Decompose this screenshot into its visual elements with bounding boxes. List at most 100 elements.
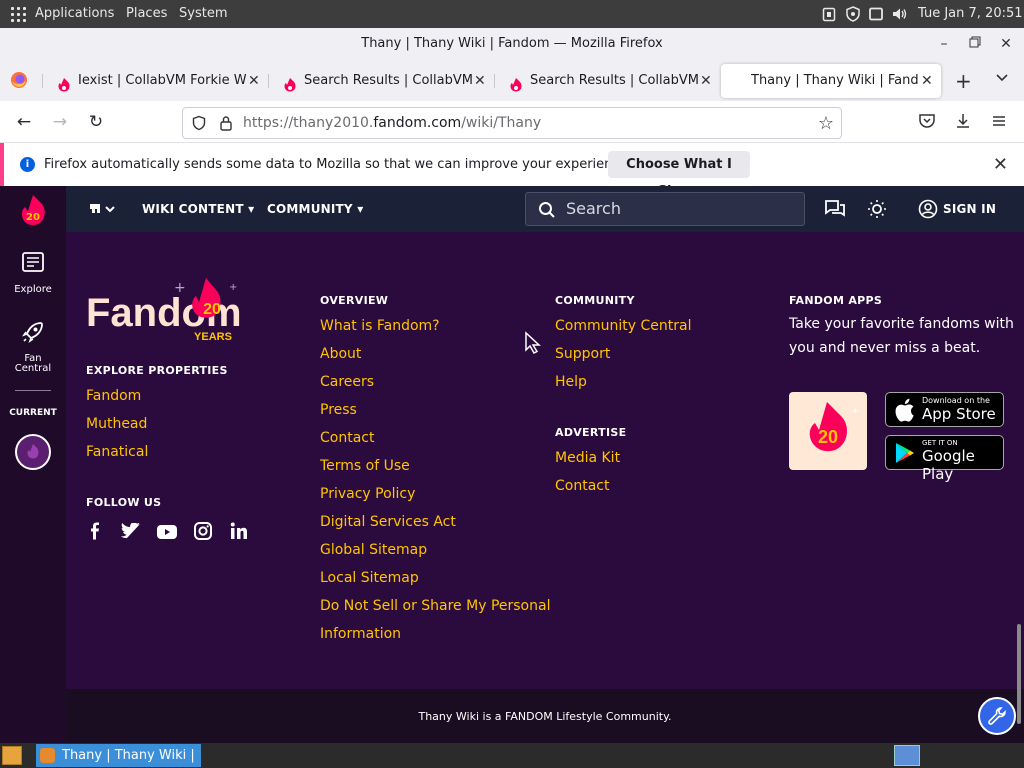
url-text[interactable]: https://thany2010.fandom.com/wiki/Thany xyxy=(243,108,541,138)
tab-iexist[interactable]: Iexist | CollabVM Forkie Wiki ✕ xyxy=(44,64,268,98)
footer-link-digital-services-act[interactable]: Digital Services Act xyxy=(320,514,456,530)
close-tab-icon[interactable]: ✕ xyxy=(700,64,714,98)
advertise-heading: ADVERTISE xyxy=(555,426,627,439)
apps-description: Take your favorite fandoms with you and … xyxy=(789,316,1014,356)
lock-icon[interactable] xyxy=(219,115,233,135)
tab-label: Search Results | CollabVM Forkie Wiki xyxy=(304,73,472,88)
reload-icon[interactable]: ↻ xyxy=(86,112,106,132)
fan-central-rocket-icon[interactable] xyxy=(21,320,45,348)
window-titlebar[interactable]: Thany | Thany Wiki | Fandom — Mozilla Fi… xyxy=(0,28,1024,60)
footer-link-help[interactable]: Help xyxy=(555,374,587,390)
page-scrollbar[interactable] xyxy=(1017,624,1021,724)
footer-link-privacy-policy[interactable]: Privacy Policy xyxy=(320,486,415,502)
fan-central-label[interactable]: Fan Central xyxy=(0,354,66,374)
footer-link-muthead[interactable]: Muthead xyxy=(86,416,147,432)
community-heading: COMMUNITY xyxy=(555,294,635,307)
minimize-icon[interactable]: – xyxy=(936,36,952,52)
new-tab-icon[interactable]: + xyxy=(955,69,972,93)
rail-divider xyxy=(15,390,51,391)
footer-link-about[interactable]: About xyxy=(320,346,361,362)
theme-toggle-sun-icon[interactable] xyxy=(867,199,887,223)
page-content: 20 Explore Fan Central CURRENT WIKI CONTE… xyxy=(0,186,1024,743)
footer-link-local-sitemap[interactable]: Local Sitemap xyxy=(320,570,419,586)
tab-thany-active[interactable]: Thany | Thany Wiki | Fandom ✕ xyxy=(721,64,941,98)
youtube-icon[interactable] xyxy=(157,524,177,543)
wiki-logo-dropdown-icon[interactable] xyxy=(88,200,118,222)
community-menu[interactable]: COMMUNITY ▾ xyxy=(267,186,363,232)
task-label: Thany | Thany Wiki | ... xyxy=(62,748,195,763)
clipboard-icon[interactable] xyxy=(821,6,837,22)
bookmark-star-icon[interactable]: ☆ xyxy=(818,113,834,134)
pocket-icon[interactable] xyxy=(918,112,936,134)
wiki-tools-wrench-icon[interactable] xyxy=(978,697,1016,735)
clock[interactable]: Tue Jan 7, 20:51 xyxy=(918,0,1023,28)
places-menu[interactable]: Places xyxy=(126,0,167,28)
volume-icon[interactable] xyxy=(891,6,907,22)
notification-message: Firefox automatically sends some data to… xyxy=(44,157,632,172)
svg-text:+: + xyxy=(174,280,186,296)
close-tab-icon[interactable]: ✕ xyxy=(921,64,935,98)
fandom-app-icon[interactable]: 20 + xyxy=(789,392,867,470)
tab-label: Iexist | CollabVM Forkie Wiki xyxy=(78,73,246,88)
footer-link-press[interactable]: Press xyxy=(320,402,357,418)
footer-link-community-central[interactable]: Community Central xyxy=(555,318,691,334)
apps-grid-icon[interactable] xyxy=(11,7,26,22)
close-window-icon[interactable]: ✕ xyxy=(998,36,1014,52)
sign-in-link[interactable]: SIGN IN xyxy=(943,186,996,232)
footer-link-do-not-sell[interactable]: Do Not Sell or Share My Personal xyxy=(320,598,550,614)
tab-search-results-1[interactable]: Search Results | CollabVM Forkie Wiki ✕ xyxy=(270,64,494,98)
google-play-icon xyxy=(894,442,916,468)
discussions-icon[interactable] xyxy=(824,199,846,223)
search-input[interactable]: Search xyxy=(525,192,805,226)
facebook-icon[interactable] xyxy=(88,522,102,544)
instagram-icon[interactable] xyxy=(194,522,212,544)
tab-search-results-2[interactable]: Search Results | CollabVM Forkie Wiki ✕ xyxy=(496,64,720,98)
system-menu[interactable]: System xyxy=(179,0,227,28)
footer-link-advertise-contact[interactable]: Contact xyxy=(555,478,609,494)
tracking-protection-icon[interactable] xyxy=(191,115,207,135)
footer-link-contact[interactable]: Contact xyxy=(320,430,374,446)
twitter-icon[interactable] xyxy=(120,522,140,543)
google-play-badge[interactable]: GET IT ON Google Play xyxy=(885,435,1004,483)
footer-link-media-kit[interactable]: Media Kit xyxy=(555,450,620,466)
maximize-icon[interactable] xyxy=(967,36,983,52)
fandom-20-years-logo[interactable]: Fandom 20 YEARS + + xyxy=(86,276,276,346)
applications-menu[interactable]: Applications xyxy=(35,0,114,28)
app-store-badge[interactable]: Download on the App Store xyxy=(885,392,1004,427)
community-credit: Thany Wiki is a FANDOM Lifestyle Communi… xyxy=(418,710,672,723)
taskbar-firefox-task[interactable]: Thany | Thany Wiki | ... xyxy=(36,744,201,767)
forward-icon[interactable]: → xyxy=(50,112,70,132)
menu-hamburger-icon[interactable] xyxy=(990,112,1008,134)
footer-link-fanatical[interactable]: Fanatical xyxy=(86,444,148,460)
firefox-view-icon[interactable] xyxy=(10,71,28,89)
current-wiki-avatar[interactable] xyxy=(15,434,51,470)
close-tab-icon[interactable]: ✕ xyxy=(248,64,262,98)
shield-update-icon[interactable] xyxy=(845,6,861,22)
footer-link-do-not-sell-continued[interactable]: Information xyxy=(320,626,401,642)
footer-link-what-is-fandom[interactable]: What is Fandom? xyxy=(320,318,440,334)
explore-label[interactable]: Explore xyxy=(0,284,66,295)
user-icon[interactable] xyxy=(918,199,938,223)
show-desktop-button[interactable] xyxy=(2,746,22,765)
footer-link-global-sitemap[interactable]: Global Sitemap xyxy=(320,542,427,558)
explore-icon[interactable] xyxy=(22,252,44,276)
window-icon[interactable] xyxy=(868,6,884,22)
footer-link-terms-of-use[interactable]: Terms of Use xyxy=(320,458,410,474)
follow-us-heading: FOLLOW US xyxy=(86,496,162,509)
footer-link-careers[interactable]: Careers xyxy=(320,374,374,390)
workspace-switcher[interactable] xyxy=(894,745,920,766)
fandom-logo-icon[interactable]: 20 xyxy=(20,194,46,230)
footer-link-support[interactable]: Support xyxy=(555,346,610,362)
info-icon: i xyxy=(20,157,35,172)
linkedin-icon[interactable] xyxy=(230,522,248,544)
footer-link-fandom[interactable]: Fandom xyxy=(86,388,141,404)
close-tab-icon[interactable]: ✕ xyxy=(474,64,488,98)
search-icon xyxy=(538,201,556,223)
back-icon[interactable]: ← xyxy=(14,112,34,132)
close-notification-icon[interactable]: ✕ xyxy=(993,154,1008,175)
url-bar[interactable]: https://thany2010.fandom.com/wiki/Thany … xyxy=(182,107,842,139)
list-all-tabs-icon[interactable] xyxy=(995,71,1009,89)
wiki-content-menu[interactable]: WIKI CONTENT ▾ xyxy=(142,186,254,232)
downloads-icon[interactable] xyxy=(954,112,972,134)
choose-what-i-share-button[interactable]: Choose What I Share xyxy=(608,151,750,199)
